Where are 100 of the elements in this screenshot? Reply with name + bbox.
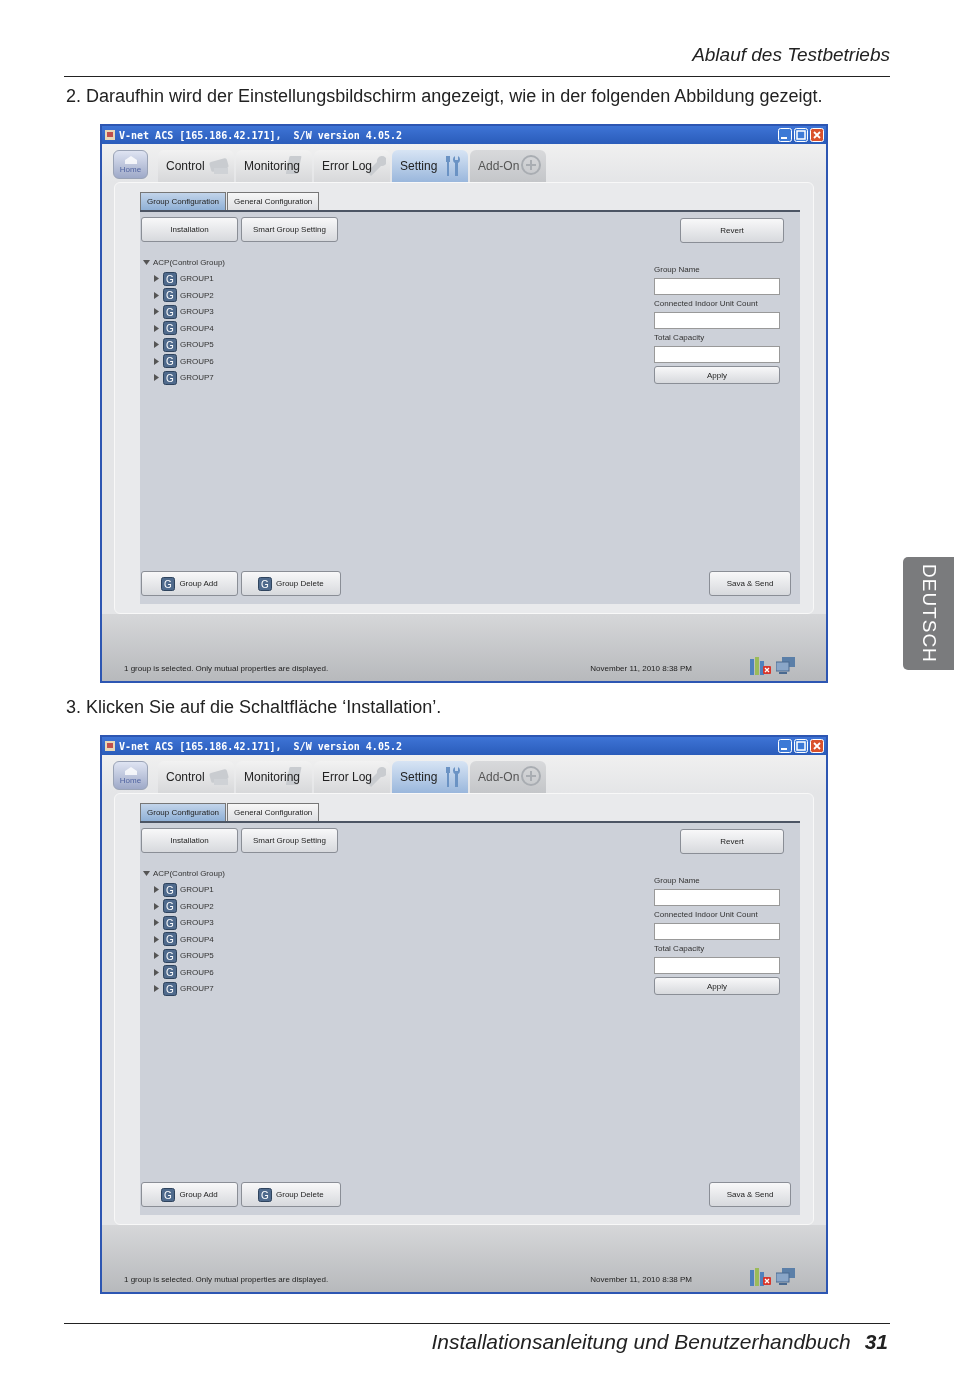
group-icon: G (163, 882, 177, 897)
tree-item[interactable]: GROUP6 (180, 967, 214, 977)
tab[interactable]: Error Log (314, 150, 390, 182)
status-datetime: November 11, 2010 8:38 PM (590, 1275, 692, 1284)
tab[interactable]: Setting (392, 761, 468, 793)
collapse-arrow-icon[interactable] (143, 869, 150, 877)
apply-button[interactable]: Apply (654, 977, 780, 995)
group-icon: G (163, 370, 177, 385)
input-field[interactable] (654, 957, 780, 974)
tab[interactable]: Group Configuration (140, 192, 227, 210)
tree-item[interactable]: GROUP3 (180, 307, 214, 317)
tree-item[interactable]: GROUP5 (180, 340, 214, 350)
tab[interactable]: Monitoring (236, 761, 312, 793)
tab[interactable]: Error Log (314, 761, 390, 793)
status-message: 1 group is selected. Only mutual properties are displayed. (124, 1275, 329, 1284)
group-icon: G (163, 271, 177, 286)
field-label: Connected Indoor Unit Count (654, 298, 759, 309)
expand-arrow-icon[interactable] (153, 952, 160, 960)
minimize-icon[interactable] (778, 128, 792, 142)
expand-arrow-icon[interactable] (153, 291, 160, 299)
expand-arrow-icon[interactable] (153, 308, 160, 316)
tab[interactable]: Group Configuration (140, 803, 227, 821)
tab-label[interactable]: Control (166, 159, 205, 173)
maximize-icon[interactable] (794, 128, 808, 142)
tree-item[interactable]: GROUP6 (180, 356, 214, 366)
save-button[interactable]: Sava & Send (709, 571, 791, 596)
input-field[interactable] (654, 278, 780, 295)
bar-chart-icon[interactable] (750, 1268, 772, 1286)
group-icon: G (163, 932, 177, 947)
tree-item[interactable]: GROUP1 (180, 274, 214, 284)
house-icon (122, 155, 139, 165)
tree-item[interactable]: GROUP2 (180, 290, 214, 300)
tab[interactable]: Control (158, 150, 234, 182)
expand-arrow-icon[interactable] (153, 341, 160, 349)
revert-button[interactable]: Revert (680, 218, 784, 243)
group-icon: G (163, 948, 177, 963)
tab[interactable]: General Configuration (227, 803, 320, 821)
button[interactable]: Smart Group Setting (241, 828, 338, 853)
field-label: Total Capacity (654, 943, 706, 954)
tree-item[interactable]: GROUP1 (180, 885, 214, 895)
expand-arrow-icon[interactable] (153, 275, 160, 283)
expand-arrow-icon[interactable] (153, 902, 160, 910)
apply-button[interactable]: Apply (654, 366, 780, 384)
tab[interactable]: Control (158, 761, 234, 793)
tab-label[interactable]: Control (166, 770, 205, 784)
expand-arrow-icon[interactable] (153, 985, 160, 993)
step-text: 3. Klicken Sie auf die Schaltfläche ‘Installation’. (66, 696, 443, 718)
input-field[interactable] (654, 923, 780, 940)
button[interactable]: G Group Add (141, 1182, 238, 1207)
expand-arrow-icon[interactable] (153, 374, 160, 382)
tab-label[interactable]: Monitoring (244, 159, 301, 173)
bar-chart-icon[interactable] (750, 657, 772, 675)
tab[interactable]: General Configuration (227, 192, 320, 210)
expand-arrow-icon[interactable] (153, 919, 160, 927)
group-icon: G (163, 321, 177, 336)
tab[interactable]: Setting (392, 150, 468, 182)
button[interactable]: G Group Add (141, 571, 238, 596)
input-field[interactable] (654, 889, 780, 906)
tree-item[interactable]: GROUP5 (180, 951, 214, 961)
field-label: Total Capacity (654, 332, 706, 343)
expand-arrow-icon[interactable] (153, 968, 160, 976)
collapse-arrow-icon[interactable] (143, 258, 150, 266)
tab[interactable]: Monitoring (236, 150, 312, 182)
close-icon[interactable] (810, 128, 824, 142)
tab-label[interactable]: Error Log (322, 770, 373, 784)
tree-item[interactable]: GROUP7 (180, 373, 214, 383)
section-title: Ablauf des Testbetriebs (692, 44, 890, 66)
expand-arrow-icon[interactable] (153, 324, 160, 332)
maximize-icon[interactable] (794, 739, 808, 753)
tab-label[interactable]: Setting (400, 770, 438, 784)
computer-icon[interactable] (776, 657, 796, 675)
tree-item[interactable]: ACP(Control Group) (153, 257, 226, 267)
button[interactable]: Installation (141, 828, 238, 853)
tab-label[interactable]: Setting (400, 159, 438, 173)
group-icon: G (163, 304, 177, 319)
revert-button[interactable]: Revert (680, 829, 784, 854)
app-icon (105, 130, 115, 140)
expand-arrow-icon[interactable] (153, 935, 160, 943)
expand-arrow-icon[interactable] (153, 886, 160, 894)
house-icon (122, 766, 139, 776)
button[interactable]: G Group Delete (241, 1182, 341, 1207)
input-field[interactable] (654, 312, 780, 329)
input-field[interactable] (654, 346, 780, 363)
expand-arrow-icon[interactable] (153, 357, 160, 365)
tree-item[interactable]: GROUP7 (180, 984, 214, 994)
tree-item[interactable]: GROUP3 (180, 918, 214, 928)
computer-icon[interactable] (776, 1268, 796, 1286)
page-number: 31 (864, 1330, 888, 1354)
button[interactable]: G Group Delete (241, 571, 341, 596)
save-button[interactable]: Sava & Send (709, 1182, 791, 1207)
button[interactable]: Installation (141, 217, 238, 242)
close-icon[interactable] (810, 739, 824, 753)
tree-item[interactable]: ACP(Control Group) (153, 868, 226, 878)
tab-label[interactable]: Error Log (322, 159, 373, 173)
button[interactable]: Smart Group Setting (241, 217, 338, 242)
tree-item[interactable]: GROUP4 (180, 934, 214, 944)
tree-item[interactable]: GROUP2 (180, 901, 214, 911)
tab-label[interactable]: Monitoring (244, 770, 301, 784)
minimize-icon[interactable] (778, 739, 792, 753)
tree-item[interactable]: GROUP4 (180, 323, 214, 333)
